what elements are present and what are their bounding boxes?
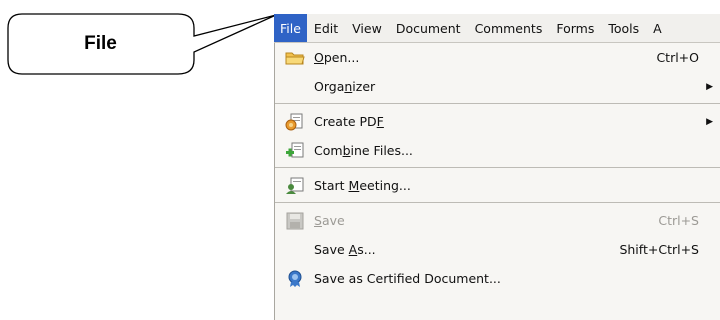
menu-item-label: Create PDF: [314, 114, 384, 129]
folder-icon: [284, 49, 306, 67]
menu-item-shortcut: Ctrl+O: [656, 50, 699, 65]
menu-item-organizer[interactable]: Organizer ▶: [275, 72, 720, 101]
menu-separator: [275, 167, 720, 168]
meeting-icon: [284, 177, 306, 195]
menu-item-label: Open...: [314, 50, 360, 65]
file-menu-dropdown: Open... Ctrl+O Organizer ▶ Create PDF ▶: [274, 43, 720, 320]
menu-item-label: Organizer: [314, 79, 376, 94]
submenu-arrow-icon: ▶: [706, 116, 713, 127]
menu-item-open[interactable]: Open... Ctrl+O: [275, 43, 720, 72]
menu-advanced-partial[interactable]: A: [646, 14, 669, 42]
menu-item-label: Save: [314, 213, 345, 228]
menu-item-start-meeting[interactable]: Start Meeting...: [275, 171, 720, 200]
menu-item-combine-files[interactable]: Combine Files...: [275, 136, 720, 165]
menu-item-save-as-certified[interactable]: Save as Certified Document...: [275, 264, 720, 293]
menu-file[interactable]: File: [274, 14, 307, 42]
menu-item-shortcut: Shift+Ctrl+S: [619, 242, 699, 257]
menu-bar: File Edit View Document Comments Forms T…: [274, 14, 720, 43]
menu-item-create-pdf[interactable]: Create PDF ▶: [275, 107, 720, 136]
submenu-arrow-icon: ▶: [706, 81, 713, 92]
menu-item-save[interactable]: Save Ctrl+S: [275, 206, 720, 235]
menu-edit[interactable]: Edit: [307, 14, 345, 42]
menu-document[interactable]: Document: [389, 14, 468, 42]
menu-comments[interactable]: Comments: [468, 14, 550, 42]
create-pdf-icon: [284, 113, 306, 131]
certified-document-icon: [284, 270, 306, 288]
menu-view[interactable]: View: [345, 14, 389, 42]
combine-files-icon: [284, 142, 306, 160]
menu-item-save-as[interactable]: Save As... Shift+Ctrl+S: [275, 235, 720, 264]
save-icon: [284, 212, 306, 230]
menu-item-label: Start Meeting...: [314, 178, 411, 193]
menu-tools[interactable]: Tools: [601, 14, 646, 42]
menu-item-label: Save As...: [314, 242, 376, 257]
callout-label: File: [84, 33, 117, 54]
menu-item-label: Save as Certified Document...: [314, 271, 501, 286]
menu-item-shortcut: Ctrl+S: [658, 213, 699, 228]
menu-forms[interactable]: Forms: [549, 14, 601, 42]
menu-item-label: Combine Files...: [314, 143, 413, 158]
menu-separator: [275, 202, 720, 203]
menu-separator: [275, 103, 720, 104]
